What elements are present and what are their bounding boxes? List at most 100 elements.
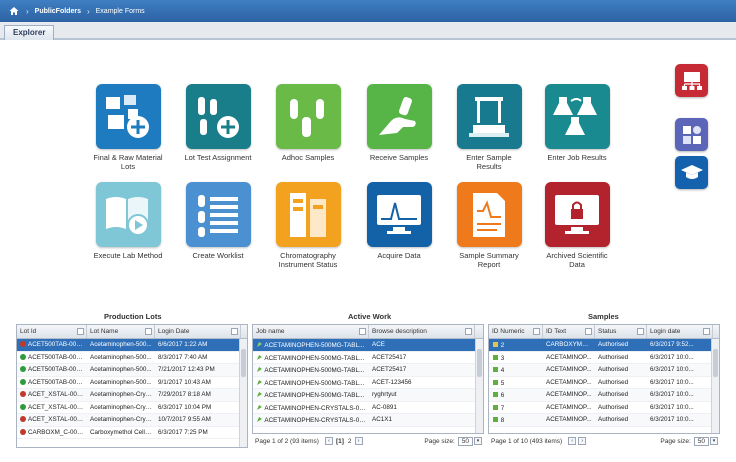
production-lots-grid: Lot Id Lot Name Login Date ACET500TAB-00… (16, 324, 248, 448)
table-row[interactable]: ACETAMINOPHEN-500MG-TABL... ryghrtyut (253, 389, 483, 402)
tile-acquire-data[interactable]: Acquire Data (363, 182, 435, 260)
page-info: Page 1 of 2 (93 items) (255, 437, 319, 445)
tile-label: Chromatography Instrument Status (278, 251, 338, 269)
column-header[interactable]: ID Numeric (489, 325, 543, 338)
page-link-current[interactable]: [1] (336, 438, 344, 445)
column-header[interactable]: Login date (647, 325, 713, 338)
grid-body: 2 CARBOXYMET... Authorised 6/3/2017 9:52… (489, 339, 719, 427)
status-dot-icon (20, 366, 26, 372)
table-row[interactable]: ACETAMINOPHEN-CRYSTALS-00... AC-0891 (253, 402, 483, 414)
tile-create-worklist[interactable]: Create Worklist (182, 182, 254, 260)
grid-body: ACETAMINOPHEN-500MG-TABL... ACE ACETAMIN… (253, 339, 483, 427)
table-row[interactable]: 5 ACETAMINOP... Authorised 6/3/2017 10:0… (489, 377, 719, 389)
status-dot-icon (20, 391, 26, 397)
grid-header: Job name Browse description (253, 325, 483, 339)
job-icon (256, 341, 263, 348)
page-info: Page 1 of 10 (493 items) (491, 437, 563, 445)
chevron-right-icon: › (86, 6, 90, 16)
status-dot-icon (20, 341, 26, 347)
active-work-grid: Job name Browse description ACETAMINOPHE… (252, 324, 484, 434)
tile-final-raw-material-lots[interactable]: Final & Raw Material Lots (92, 84, 164, 171)
tile-chromatography-instrument-status[interactable]: Chromatography Instrument Status (272, 182, 344, 269)
table-row[interactable]: ACET_XSTAL-000002 Acetaminophen-Crys... … (17, 402, 247, 414)
next-page-button[interactable]: › (578, 437, 587, 445)
page-size-select[interactable]: 50 (457, 436, 473, 446)
table-row[interactable]: ACET_XSTAL-000007 Acetaminophen-Crys... … (17, 389, 247, 402)
column-header[interactable]: Job name (253, 325, 369, 338)
shapes-icon[interactable] (675, 118, 708, 151)
tile-label: Enter Job Results (547, 153, 607, 162)
tile-label: Execute Lab Method (93, 251, 163, 260)
sample-icon (492, 354, 499, 361)
table-row[interactable]: ACETAMINOPHEN-CRYSTALS-00... AC1X1 (253, 414, 483, 427)
chevron-down-icon[interactable]: ▾ (474, 437, 482, 445)
breadcrumb-current[interactable]: Example Forms (96, 8, 145, 15)
samples-grid: ID Numeric ID Text Status Login date 2 C… (488, 324, 720, 434)
table-row[interactable]: 3 ACETAMINOP... Authorised 6/3/2017 10:0… (489, 352, 719, 364)
table-row[interactable]: 6 ACETAMINOP... Authorised 6/3/2017 10:0… (489, 389, 719, 402)
table-row[interactable]: ACETAMINOPHEN-500MG-TABL... ACET25417 (253, 364, 483, 377)
balance-scale-icon (456, 84, 522, 149)
tile-archived-scientific-data[interactable]: Archived Scientific Data (541, 182, 613, 269)
vertical-scrollbar[interactable] (711, 339, 719, 433)
column-header[interactable]: Status (595, 325, 647, 338)
prev-page-button[interactable]: ‹ (568, 437, 577, 445)
tile-enter-job-results[interactable]: Enter Job Results (541, 84, 613, 162)
graduation-cap-icon[interactable] (675, 156, 708, 189)
samples-title: Samples (588, 312, 619, 321)
column-header[interactable]: Lot Name (87, 325, 155, 338)
chevron-down-icon[interactable]: ▾ (710, 437, 718, 445)
table-row[interactable]: ACET500TAB-000002 Acetaminophen-500... 7… (17, 364, 247, 377)
explorer-panel: Final & Raw Material Lots Lot Test Assig… (0, 40, 736, 462)
page-size-select[interactable]: 50 (693, 436, 709, 446)
grid-body: ACET500TAB-000001 Acetaminophen-500... 6… (17, 339, 247, 439)
active-work-title: Active Work (348, 312, 392, 321)
tile-label: Acquire Data (377, 251, 421, 260)
vertical-scrollbar[interactable] (475, 339, 483, 433)
table-row[interactable]: 2 CARBOXYMET... Authorised 6/3/2017 9:52… (489, 339, 719, 352)
table-row[interactable]: ACETAMINOPHEN-500MG-TABL... ACE (253, 339, 483, 352)
tile-lot-test-assignment[interactable]: Lot Test Assignment (182, 84, 254, 162)
tab-strip: Explorer (0, 22, 736, 40)
grid-header: Lot Id Lot Name Login Date (17, 325, 247, 339)
tile-sample-summary-report[interactable]: Sample Summary Report (453, 182, 525, 269)
status-dot-icon (20, 403, 26, 410)
table-row[interactable]: ACET500TAB-000004 Acetaminophen-500... 9… (17, 377, 247, 389)
column-header[interactable]: Login Date (155, 325, 241, 338)
next-page-button[interactable]: › (354, 437, 363, 445)
breadcrumb-root[interactable]: PublicFolders (35, 8, 81, 15)
home-icon[interactable] (8, 5, 20, 17)
table-row[interactable]: ACETAMINOPHEN-500MG-TABL... ACET-123456 (253, 377, 483, 389)
prev-page-button[interactable]: ‹ (324, 437, 333, 445)
table-row[interactable]: 4 ACETAMINOP... Authorised 6/3/2017 10:0… (489, 364, 719, 377)
tile-adhoc-samples[interactable]: Adhoc Samples (272, 84, 344, 162)
table-row[interactable]: ACET_XSTAL-000008 Acetaminophen-Crys... … (17, 414, 247, 427)
table-row[interactable]: ACETAMINOPHEN-500MG-TABL... ACET25417 (253, 352, 483, 364)
breadcrumb-bar: › PublicFolders › Example Forms (0, 0, 736, 22)
tab-explorer[interactable]: Explorer (4, 25, 55, 40)
tile-receive-samples[interactable]: Receive Samples (363, 84, 435, 162)
table-row[interactable]: 7 ACETAMINOP... Authorised 6/3/2017 10:0… (489, 402, 719, 414)
table-row[interactable]: ACET500TAB-000001 Acetaminophen-500... 6… (17, 339, 247, 352)
column-header[interactable]: Lot Id (17, 325, 87, 338)
test-tubes-icon (275, 84, 341, 149)
tile-label: Sample Summary Report (459, 251, 519, 269)
active-work-pager: Page 1 of 2 (93 items) ‹ [1] 2 › Page si… (255, 434, 483, 448)
test-tubes-add-icon (185, 84, 251, 149)
job-icon (256, 366, 263, 373)
sample-icon (492, 366, 499, 373)
hand-receive-icon (366, 84, 432, 149)
table-row[interactable]: CARBOXM_C-000001 Carboxymethol Cellu... … (17, 427, 247, 439)
grid-header: ID Numeric ID Text Status Login date (489, 325, 719, 339)
tile-label: Lot Test Assignment (184, 153, 252, 162)
page-link[interactable]: 2 (348, 438, 352, 445)
tile-execute-lab-method[interactable]: Execute Lab Method (92, 182, 164, 260)
network-icon[interactable] (675, 64, 708, 97)
column-header[interactable]: ID Text (543, 325, 595, 338)
tile-enter-sample-results[interactable]: Enter Sample Results (453, 84, 525, 171)
column-header[interactable]: Browse description (369, 325, 475, 338)
table-row[interactable]: 8 ACETAMINOP... Authorised 6/3/2017 10:0… (489, 414, 719, 427)
sample-icon (492, 404, 499, 411)
vertical-scrollbar[interactable] (239, 339, 247, 447)
table-row[interactable]: ACET500TAB-000003 Acetaminophen-500... 8… (17, 352, 247, 364)
